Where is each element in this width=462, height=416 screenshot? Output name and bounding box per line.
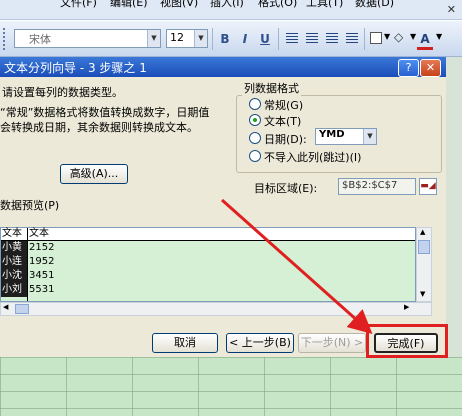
annotation-arrow xyxy=(221,198,373,334)
